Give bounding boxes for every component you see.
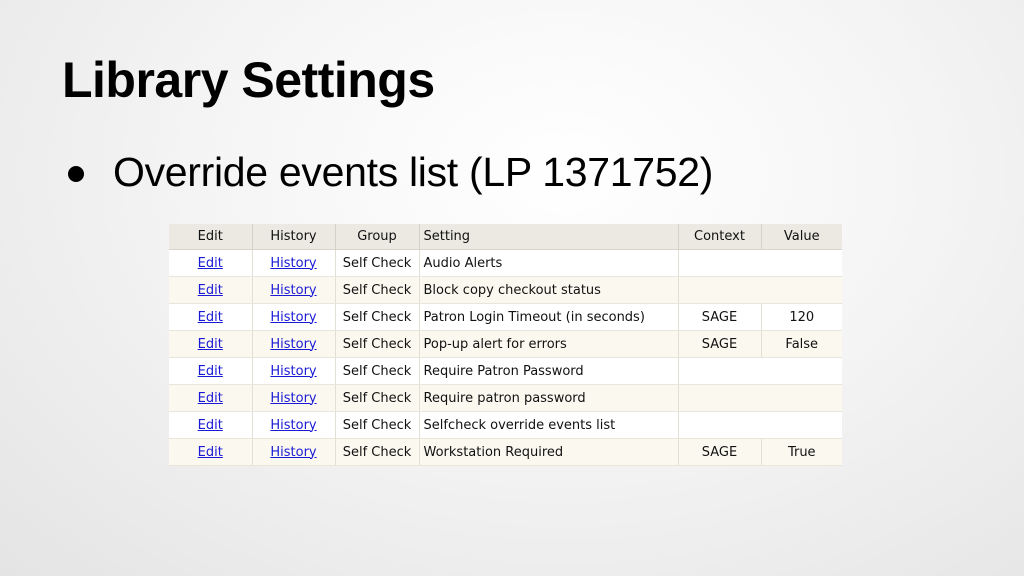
history-link[interactable]: History bbox=[270, 364, 316, 379]
history-cell: History bbox=[252, 357, 336, 385]
slide-title: Library Settings bbox=[62, 52, 435, 108]
history-link[interactable]: History bbox=[270, 310, 316, 325]
column-header-history[interactable]: History bbox=[252, 224, 336, 250]
table-row: Edit History Self Check Block copy checkout… bbox=[169, 276, 842, 304]
edit-link[interactable]: Edit bbox=[198, 445, 223, 460]
history-cell: History bbox=[252, 411, 336, 439]
table-row: Edit History Self Check Workstation Require… bbox=[169, 438, 842, 466]
history-link[interactable]: History bbox=[270, 391, 316, 406]
group-cell: Self Check bbox=[335, 303, 420, 331]
edit-link[interactable]: Edit bbox=[198, 418, 223, 433]
edit-link[interactable]: Edit bbox=[198, 310, 223, 325]
table-row: Edit History Self Check Pop-up alert for er… bbox=[169, 330, 842, 358]
context-cell: SAGE bbox=[678, 330, 762, 358]
value-cell: True bbox=[761, 438, 842, 466]
bullet-item: Override events list (LP 1371752) bbox=[68, 144, 713, 200]
setting-cell: Audio Alerts bbox=[419, 249, 679, 277]
value-cell: 120 bbox=[761, 303, 842, 331]
setting-cell: Selfcheck override events list bbox=[419, 411, 679, 439]
edit-link[interactable]: Edit bbox=[198, 391, 223, 406]
edit-link[interactable]: Edit bbox=[198, 283, 223, 298]
value-cell: False bbox=[761, 330, 842, 358]
edit-link[interactable]: Edit bbox=[198, 256, 223, 271]
table-row: Edit History Self Check Require Patron Pass… bbox=[169, 357, 842, 385]
table-header-row: Edit History Group Setting Context Value bbox=[169, 224, 842, 250]
column-header-value[interactable]: Value bbox=[761, 224, 842, 250]
table-row: Edit History Self Check Audio Alerts bbox=[169, 249, 842, 277]
edit-link[interactable]: Edit bbox=[198, 364, 223, 379]
column-header-setting[interactable]: Setting bbox=[419, 224, 679, 250]
group-cell: Self Check bbox=[335, 249, 420, 277]
setting-cell: Block copy checkout status bbox=[419, 276, 679, 304]
settings-table-container: Edit History Group Setting Context Value… bbox=[169, 224, 842, 466]
table-row: Edit History Self Check Selfcheck override … bbox=[169, 411, 842, 439]
history-cell: History bbox=[252, 249, 336, 277]
table-row: Edit History Self Check Require patron pass… bbox=[169, 384, 842, 412]
history-cell: History bbox=[252, 303, 336, 331]
context-cell: SAGE bbox=[678, 438, 762, 466]
setting-cell: Require patron password bbox=[419, 384, 679, 412]
bullet-dot-icon bbox=[68, 166, 84, 182]
group-cell: Self Check bbox=[335, 330, 420, 358]
context-cell: SAGE bbox=[678, 303, 762, 331]
context-value-empty-cell bbox=[678, 411, 842, 439]
group-cell: Self Check bbox=[335, 357, 420, 385]
history-link[interactable]: History bbox=[270, 337, 316, 352]
bullet-text: Override events list (LP 1371752) bbox=[113, 149, 714, 195]
group-cell: Self Check bbox=[335, 438, 420, 466]
history-link[interactable]: History bbox=[270, 418, 316, 433]
history-link[interactable]: History bbox=[270, 283, 316, 298]
group-cell: Self Check bbox=[335, 276, 420, 304]
history-cell: History bbox=[252, 384, 336, 412]
column-header-group[interactable]: Group bbox=[335, 224, 420, 250]
context-value-empty-cell bbox=[678, 249, 842, 277]
setting-cell: Workstation Required bbox=[419, 438, 679, 466]
table-row: Edit History Self Check Patron Login Timeou… bbox=[169, 303, 842, 331]
setting-cell: Pop-up alert for errors bbox=[419, 330, 679, 358]
setting-cell: Require Patron Password bbox=[419, 357, 679, 385]
column-header-context[interactable]: Context bbox=[678, 224, 762, 250]
history-cell: History bbox=[252, 438, 336, 466]
history-link[interactable]: History bbox=[270, 445, 316, 460]
edit-cell: Edit bbox=[169, 357, 253, 385]
edit-cell: Edit bbox=[169, 303, 253, 331]
context-value-empty-cell bbox=[678, 357, 842, 385]
settings-table: Edit History Group Setting Context Value… bbox=[169, 224, 842, 466]
edit-cell: Edit bbox=[169, 330, 253, 358]
table-body: Edit History Self Check Audio Alerts Edit His… bbox=[169, 249, 842, 466]
context-value-empty-cell bbox=[678, 276, 842, 304]
history-cell: History bbox=[252, 330, 336, 358]
setting-cell: Patron Login Timeout (in seconds) bbox=[419, 303, 679, 331]
edit-link[interactable]: Edit bbox=[198, 337, 223, 352]
history-link[interactable]: History bbox=[270, 256, 316, 271]
edit-cell: Edit bbox=[169, 249, 253, 277]
history-cell: History bbox=[252, 276, 336, 304]
edit-cell: Edit bbox=[169, 438, 253, 466]
context-value-empty-cell bbox=[678, 384, 842, 412]
edit-cell: Edit bbox=[169, 384, 253, 412]
edit-cell: Edit bbox=[169, 411, 253, 439]
group-cell: Self Check bbox=[335, 411, 420, 439]
edit-cell: Edit bbox=[169, 276, 253, 304]
group-cell: Self Check bbox=[335, 384, 420, 412]
column-header-edit[interactable]: Edit bbox=[169, 224, 253, 250]
